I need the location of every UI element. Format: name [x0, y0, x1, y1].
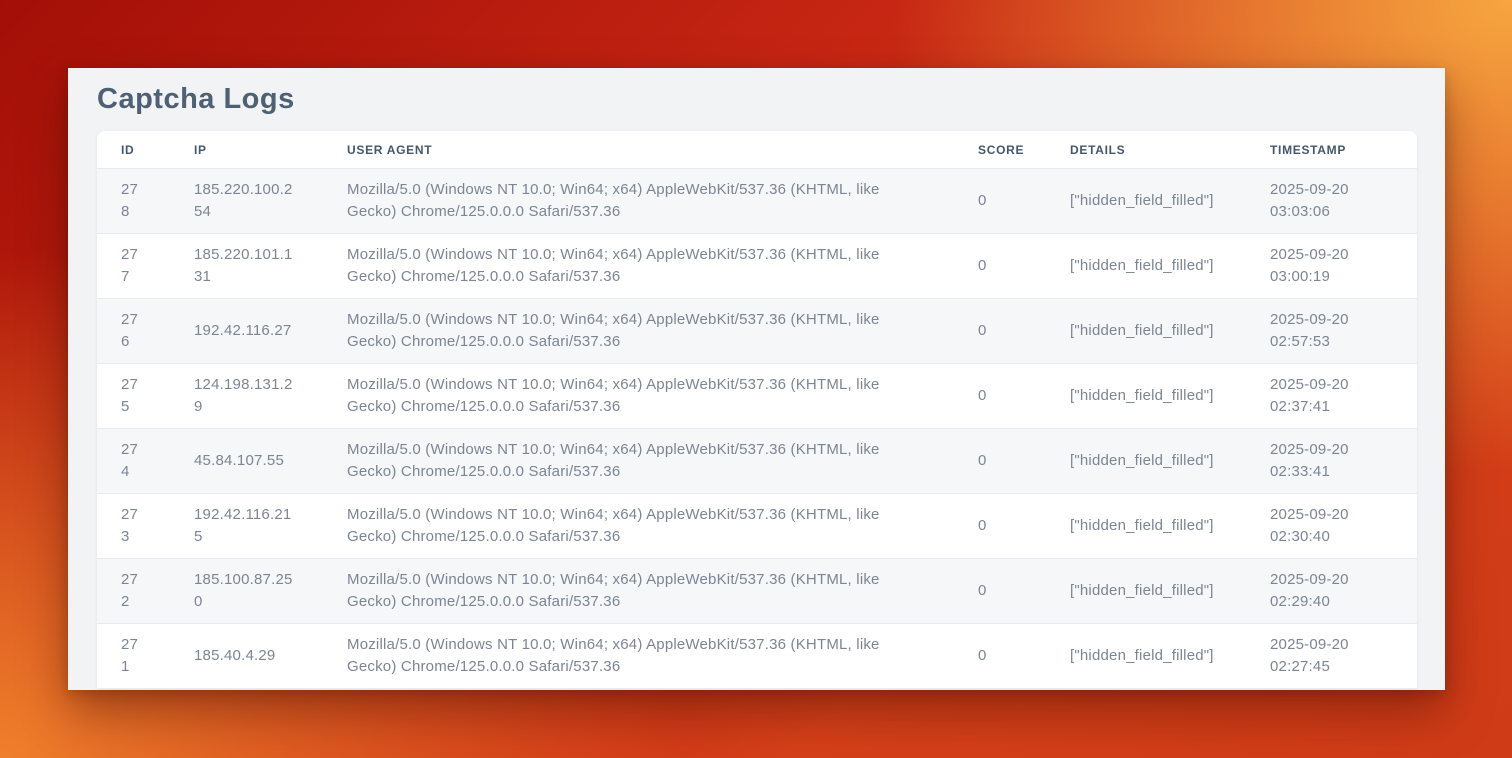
- cell-details: ["hidden_field_filled"]: [1046, 429, 1246, 494]
- cell-score: 0: [954, 624, 1046, 689]
- cell-timestamp: 2025-09-20 03:00:19: [1246, 234, 1417, 299]
- cell-score: 0: [954, 299, 1046, 364]
- cell-id: 272: [97, 559, 170, 624]
- cell-details: ["hidden_field_filled"]: [1046, 494, 1246, 559]
- table-row: 276192.42.116.27Mozilla/5.0 (Windows NT …: [97, 299, 1417, 364]
- cell-score: 0: [954, 234, 1046, 299]
- table-row: 278185.220.100.254Mozilla/5.0 (Windows N…: [97, 169, 1417, 234]
- table-row: 275124.198.131.29Mozilla/5.0 (Windows NT…: [97, 364, 1417, 429]
- cell-details: ["hidden_field_filled"]: [1046, 234, 1246, 299]
- table-row: 27445.84.107.55Mozilla/5.0 (Windows NT 1…: [97, 429, 1417, 494]
- logs-table-container: IDIPUSER AGENTSCOREDETAILSTIMESTAMP 2781…: [97, 131, 1417, 689]
- cell-ip: 185.40.4.29: [170, 624, 323, 689]
- cell-user_agent: Mozilla/5.0 (Windows NT 10.0; Win64; x64…: [323, 169, 954, 234]
- cell-id: 277: [97, 234, 170, 299]
- cell-user_agent: Mozilla/5.0 (Windows NT 10.0; Win64; x64…: [323, 624, 954, 689]
- cell-score: 0: [954, 364, 1046, 429]
- table-row: 273192.42.116.215Mozilla/5.0 (Windows NT…: [97, 494, 1417, 559]
- cell-user_agent: Mozilla/5.0 (Windows NT 10.0; Win64; x64…: [323, 364, 954, 429]
- cell-id: 273: [97, 494, 170, 559]
- column-header-user_agent: USER AGENT: [323, 131, 954, 169]
- table-row: 272185.100.87.250Mozilla/5.0 (Windows NT…: [97, 559, 1417, 624]
- cell-score: 0: [954, 494, 1046, 559]
- column-header-details: DETAILS: [1046, 131, 1246, 169]
- cell-timestamp: 2025-09-20 02:30:40: [1246, 494, 1417, 559]
- cell-user_agent: Mozilla/5.0 (Windows NT 10.0; Win64; x64…: [323, 559, 954, 624]
- table-body: 278185.220.100.254Mozilla/5.0 (Windows N…: [97, 169, 1417, 689]
- page-background: Captcha Logs IDIPUSER AGENTSCOREDETAILST…: [0, 0, 1512, 758]
- cell-score: 0: [954, 429, 1046, 494]
- captcha-logs-card: Captcha Logs IDIPUSER AGENTSCOREDETAILST…: [68, 68, 1445, 690]
- cell-details: ["hidden_field_filled"]: [1046, 169, 1246, 234]
- cell-timestamp: 2025-09-20 02:57:53: [1246, 299, 1417, 364]
- cell-details: ["hidden_field_filled"]: [1046, 624, 1246, 689]
- cell-timestamp: 2025-09-20 02:27:45: [1246, 624, 1417, 689]
- cell-timestamp: 2025-09-20 02:29:40: [1246, 559, 1417, 624]
- table-header-row: IDIPUSER AGENTSCOREDETAILSTIMESTAMP: [97, 131, 1417, 169]
- cell-ip: 185.220.101.131: [170, 234, 323, 299]
- cell-user_agent: Mozilla/5.0 (Windows NT 10.0; Win64; x64…: [323, 234, 954, 299]
- column-header-score: SCORE: [954, 131, 1046, 169]
- cell-timestamp: 2025-09-20 02:33:41: [1246, 429, 1417, 494]
- cell-id: 276: [97, 299, 170, 364]
- cell-ip: 124.198.131.29: [170, 364, 323, 429]
- cell-ip: 192.42.116.215: [170, 494, 323, 559]
- cell-details: ["hidden_field_filled"]: [1046, 364, 1246, 429]
- cell-ip: 45.84.107.55: [170, 429, 323, 494]
- cell-details: ["hidden_field_filled"]: [1046, 559, 1246, 624]
- column-header-ip: IP: [170, 131, 323, 169]
- table-row: 271185.40.4.29Mozilla/5.0 (Windows NT 10…: [97, 624, 1417, 689]
- page-title: Captcha Logs: [97, 82, 1417, 116]
- captcha-logs-table: IDIPUSER AGENTSCOREDETAILSTIMESTAMP 2781…: [97, 131, 1417, 689]
- cell-timestamp: 2025-09-20 03:03:06: [1246, 169, 1417, 234]
- cell-ip: 185.100.87.250: [170, 559, 323, 624]
- cell-id: 274: [97, 429, 170, 494]
- cell-score: 0: [954, 169, 1046, 234]
- cell-ip: 192.42.116.27: [170, 299, 323, 364]
- cell-id: 271: [97, 624, 170, 689]
- cell-id: 275: [97, 364, 170, 429]
- column-header-timestamp: TIMESTAMP: [1246, 131, 1417, 169]
- column-header-id: ID: [97, 131, 170, 169]
- cell-user_agent: Mozilla/5.0 (Windows NT 10.0; Win64; x64…: [323, 494, 954, 559]
- table-row: 277185.220.101.131Mozilla/5.0 (Windows N…: [97, 234, 1417, 299]
- cell-user_agent: Mozilla/5.0 (Windows NT 10.0; Win64; x64…: [323, 429, 954, 494]
- cell-user_agent: Mozilla/5.0 (Windows NT 10.0; Win64; x64…: [323, 299, 954, 364]
- cell-details: ["hidden_field_filled"]: [1046, 299, 1246, 364]
- cell-score: 0: [954, 559, 1046, 624]
- cell-id: 278: [97, 169, 170, 234]
- cell-ip: 185.220.100.254: [170, 169, 323, 234]
- cell-timestamp: 2025-09-20 02:37:41: [1246, 364, 1417, 429]
